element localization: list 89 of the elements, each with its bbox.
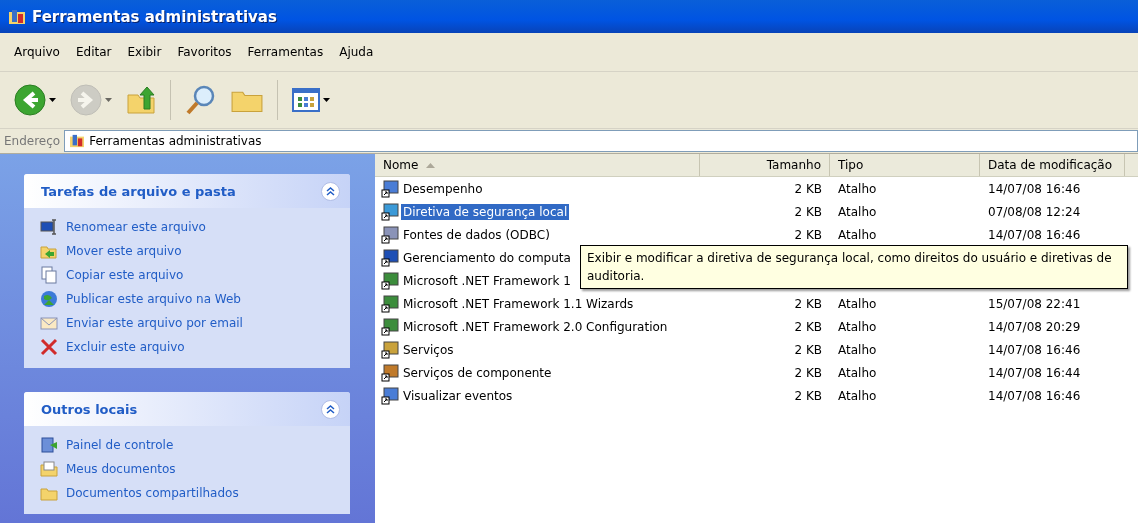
- address-field[interactable]: Ferramentas administrativas: [64, 130, 1138, 152]
- globe-icon: [40, 290, 58, 308]
- table-cell-text: 2 KB: [793, 388, 823, 403]
- menu-item[interactable]: Exibir: [119, 45, 170, 59]
- table-cell-text: Atalho: [837, 181, 878, 196]
- table-cell-text: 2 KB: [793, 204, 823, 219]
- file-name[interactable]: Visualizar eventos: [401, 387, 515, 404]
- file-name[interactable]: Microsoft .NET Framework 2.0 Configuration: [401, 318, 670, 335]
- address-label: Endereço: [4, 134, 61, 148]
- file-name[interactable]: Serviços: [401, 341, 456, 358]
- collapse-button[interactable]: [321, 399, 340, 419]
- views-grid-icon: [292, 88, 320, 112]
- task-link[interactable]: Publicar este arquivo na Web: [40, 290, 338, 308]
- sort-arrow-icon: [426, 162, 436, 168]
- menu-item[interactable]: Ferramentas: [239, 45, 332, 59]
- table-cell-text: 14/07/08 20:29: [987, 319, 1082, 334]
- table-cell-text: 2 KB: [793, 296, 823, 311]
- file-name[interactable]: Fontes de dados (ODBC): [401, 226, 552, 243]
- caret-icon: [49, 98, 56, 102]
- delete-x-icon: [40, 338, 58, 356]
- collapse-chevron-icon: [326, 404, 335, 414]
- shortcut-icon: [381, 202, 399, 221]
- shortcut-icon: [381, 386, 399, 405]
- table-cell-text: 14/07/08 16:46: [987, 181, 1082, 196]
- column-header[interactable]: Tamanho: [700, 154, 830, 176]
- task-link[interactable]: Enviar este arquivo por email: [40, 314, 338, 332]
- file-name[interactable]: Gerenciamento do computa: [401, 249, 573, 266]
- documents-folder-icon: [40, 460, 58, 478]
- task-link[interactable]: Documentos compartilhados: [40, 484, 338, 502]
- task-link[interactable]: Copiar este arquivo: [40, 266, 338, 284]
- shortcut-icon: [381, 340, 399, 359]
- table-cell-text: Atalho: [837, 365, 878, 380]
- table-cell-text: 14/07/08 16:46: [987, 342, 1082, 357]
- search-icon: [185, 84, 217, 116]
- file-name[interactable]: Diretiva de segurança local: [401, 203, 570, 220]
- table-cell-text: 2 KB: [793, 342, 823, 357]
- shortcut-icon: [381, 294, 399, 313]
- shortcut-icon: [381, 225, 399, 244]
- task-link[interactable]: Mover este arquivo: [40, 242, 338, 260]
- table-cell-text: 14/07/08 16:44: [987, 365, 1082, 380]
- tooltip: Exibir e modificar a diretiva de segurança local, como direitos do usuário e diretivas de auditoria.: [580, 245, 1128, 289]
- column-header[interactable]: Tipo: [830, 154, 980, 176]
- menu-item[interactable]: Ajuda: [331, 45, 382, 59]
- tools-folder-icon: [69, 134, 86, 148]
- envelope-icon: [40, 314, 58, 332]
- table-cell-text: Atalho: [837, 296, 878, 311]
- table-cell-text: 2 KB: [793, 227, 823, 242]
- window-title: Ferramentas administrativas: [32, 7, 277, 26]
- panel-title: Tarefas de arquivo e pasta: [41, 183, 236, 199]
- table-cell-text: Atalho: [837, 388, 878, 403]
- caret-icon: [105, 98, 112, 102]
- shortcut-icon: [381, 363, 399, 382]
- file-name[interactable]: Microsoft .NET Framework 1: [401, 272, 573, 289]
- file-name[interactable]: Desempenho: [401, 180, 485, 197]
- tools-folder-icon: [8, 8, 26, 25]
- table-cell-text: Atalho: [837, 227, 878, 242]
- menu-item[interactable]: Favoritos: [169, 45, 240, 59]
- table-cell-text: 14/07/08 16:46: [987, 227, 1082, 242]
- task-link[interactable]: Painel de controle: [40, 436, 338, 454]
- file-name[interactable]: Microsoft .NET Framework 1.1 Wizards: [401, 295, 636, 312]
- caret-icon: [323, 98, 330, 102]
- table-cell-text: 15/07/08 22:41: [987, 296, 1082, 311]
- table-cell-text: 2 KB: [793, 181, 823, 196]
- file-name[interactable]: Serviços de componente: [401, 364, 554, 381]
- shortcut-icon: [381, 248, 399, 267]
- table-cell-text: 14/07/08 16:46: [987, 388, 1082, 403]
- shortcut-icon: [381, 317, 399, 336]
- table-cell-text: Atalho: [837, 204, 878, 219]
- rename-icon: [40, 218, 58, 236]
- menu-item[interactable]: Arquivo: [6, 45, 68, 59]
- column-header[interactable]: Data de modificação: [980, 154, 1125, 176]
- panel-title: Outros locais: [41, 401, 138, 417]
- table-cell-text: Atalho: [837, 342, 878, 357]
- folder-up-arrow-icon: [126, 85, 156, 115]
- shortcut-icon: [381, 271, 399, 290]
- column-header[interactable]: Nome: [375, 154, 700, 176]
- document-copy-icon: [40, 266, 58, 284]
- control-panel-icon: [40, 436, 58, 454]
- table-cell-text: Atalho: [837, 319, 878, 334]
- collapse-button[interactable]: [321, 181, 340, 201]
- shortcut-icon: [381, 179, 399, 198]
- task-link[interactable]: Excluir este arquivo: [40, 338, 338, 356]
- table-cell-text: 07/08/08 12:24: [987, 204, 1082, 219]
- table-cell-text: 2 KB: [793, 365, 823, 380]
- task-link[interactable]: Renomear este arquivo: [40, 218, 338, 236]
- table-cell-text: 2 KB: [793, 319, 823, 334]
- task-link[interactable]: Meus documentos: [40, 460, 338, 478]
- collapse-chevron-icon: [326, 186, 335, 196]
- menu-item[interactable]: Editar: [67, 45, 120, 59]
